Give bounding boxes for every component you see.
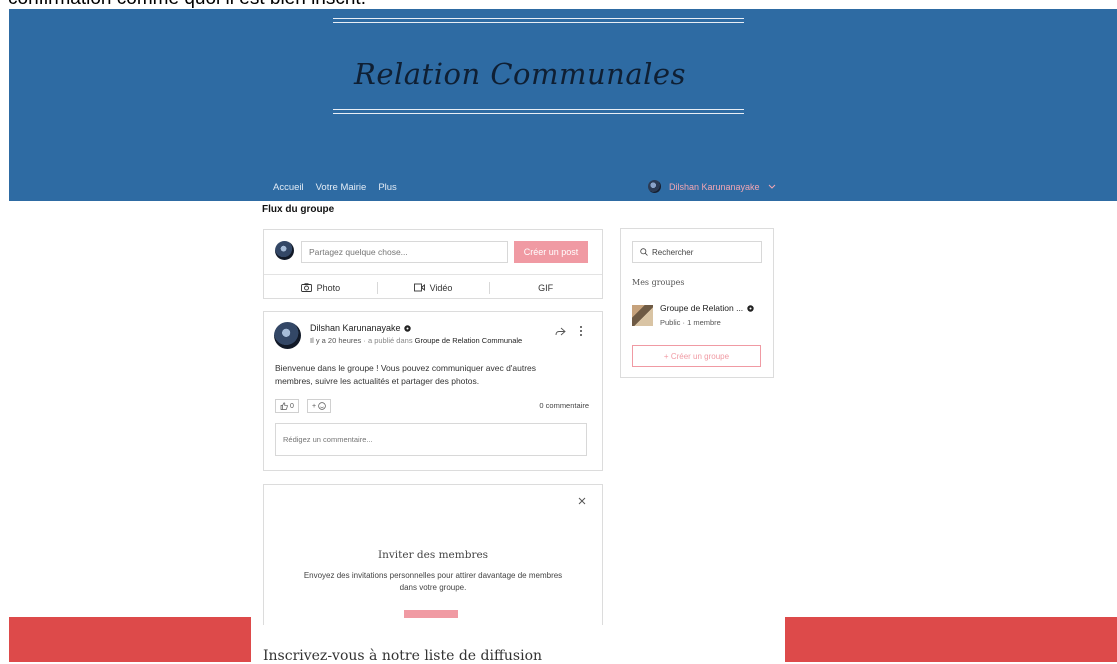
- nav-item-plus[interactable]: Plus: [378, 182, 396, 193]
- gif-label: GIF: [538, 282, 554, 293]
- comment-count[interactable]: 0 commentaire: [539, 401, 589, 410]
- divider: [489, 282, 491, 294]
- composer-card: Créer un post Photo Vidéo GIF: [263, 229, 603, 299]
- post-meta: Il y a 20 heures · a publié dans Groupe …: [310, 336, 522, 345]
- like-count: 0: [290, 402, 294, 410]
- admin-badge-icon: [747, 304, 754, 312]
- photo-label: Photo: [316, 282, 341, 293]
- more-options-icon[interactable]: [579, 325, 583, 337]
- nav-item-accueil[interactable]: Accueil: [273, 182, 304, 193]
- user-name: Dilshan Karunanayake: [669, 181, 760, 192]
- gif-button[interactable]: GIF: [489, 275, 602, 300]
- search-placeholder: Rechercher: [652, 247, 694, 257]
- group-thumbnail[interactable]: [632, 305, 653, 326]
- post-author-name[interactable]: Dilshan Karunanayake: [310, 323, 401, 333]
- like-button[interactable]: 0: [275, 399, 299, 413]
- media-row: Photo Vidéo GIF: [264, 274, 602, 300]
- user-menu[interactable]: Dilshan Karunanayake: [648, 180, 776, 193]
- add-reaction-plus: +: [311, 402, 317, 410]
- post-card: Dilshan Karunanayake Il y a 20 heures · …: [263, 311, 603, 471]
- video-button[interactable]: Vidéo: [376, 275, 490, 300]
- search-box[interactable]: Rechercher: [632, 241, 762, 263]
- header-divider-bottom-2: [333, 113, 744, 114]
- smiley-icon: [318, 402, 326, 410]
- admin-badge-icon: [403, 324, 411, 332]
- post-time[interactable]: Il y a 20 heures: [310, 336, 361, 345]
- feed-title: Flux du groupe: [262, 204, 335, 215]
- invite-card: Inviter des membres Envoyez des invitati…: [263, 484, 603, 625]
- thumbs-up-icon: [280, 402, 288, 410]
- video-label: Vidéo: [429, 282, 453, 293]
- invite-title: Inviter des membres: [377, 549, 489, 561]
- footer-band-left: [9, 617, 251, 662]
- camera-icon: [300, 283, 312, 292]
- search-icon: [640, 248, 648, 256]
- invite-description: Envoyez des invitations personnelles pou…: [303, 571, 563, 592]
- group-item[interactable]: Groupe de Relation ...: [660, 303, 754, 313]
- composer-avatar: [275, 241, 294, 260]
- sidebar-card: Rechercher Mes groupes Groupe de Relatio…: [620, 228, 774, 378]
- header-divider-top: [333, 18, 744, 19]
- site-header: Relation Communales: [9, 9, 1117, 201]
- add-reaction-button[interactable]: +: [307, 399, 331, 413]
- user-avatar: [648, 180, 661, 193]
- group-name: Groupe de Relation ...: [660, 303, 744, 313]
- footer-band-right: [785, 617, 1117, 662]
- post-published-prefix: · a publié dans: [363, 336, 413, 345]
- site-title[interactable]: Relation Communales: [354, 57, 686, 91]
- video-icon: [413, 283, 425, 292]
- post-group-link[interactable]: Groupe de Relation Communale: [415, 336, 523, 345]
- close-icon[interactable]: [578, 497, 586, 505]
- create-group-button[interactable]: + Créer un groupe: [632, 345, 761, 367]
- share-icon[interactable]: [555, 327, 566, 336]
- group-meta: Public · 1 membre: [660, 318, 721, 327]
- chevron-down-icon: [768, 184, 775, 189]
- divider: [376, 282, 378, 294]
- post-author-avatar[interactable]: [274, 322, 301, 349]
- post-author-row: Dilshan Karunanayake: [310, 323, 411, 333]
- header-divider-bottom: [333, 109, 744, 110]
- main-nav: Accueil Votre Mairie Plus: [273, 182, 397, 193]
- invite-button[interactable]: [404, 610, 458, 618]
- photo-button[interactable]: Photo: [264, 275, 377, 300]
- comment-input[interactable]: [275, 423, 587, 456]
- share-input[interactable]: [301, 241, 508, 263]
- post-body: Bienvenue dans le groupe ! Vous pouvez c…: [275, 363, 537, 386]
- header-divider-top-2: [333, 22, 744, 23]
- nav-item-votre-mairie[interactable]: Votre Mairie: [316, 182, 367, 193]
- my-groups-label: Mes groupes: [632, 278, 685, 287]
- create-post-button[interactable]: Créer un post: [514, 241, 588, 263]
